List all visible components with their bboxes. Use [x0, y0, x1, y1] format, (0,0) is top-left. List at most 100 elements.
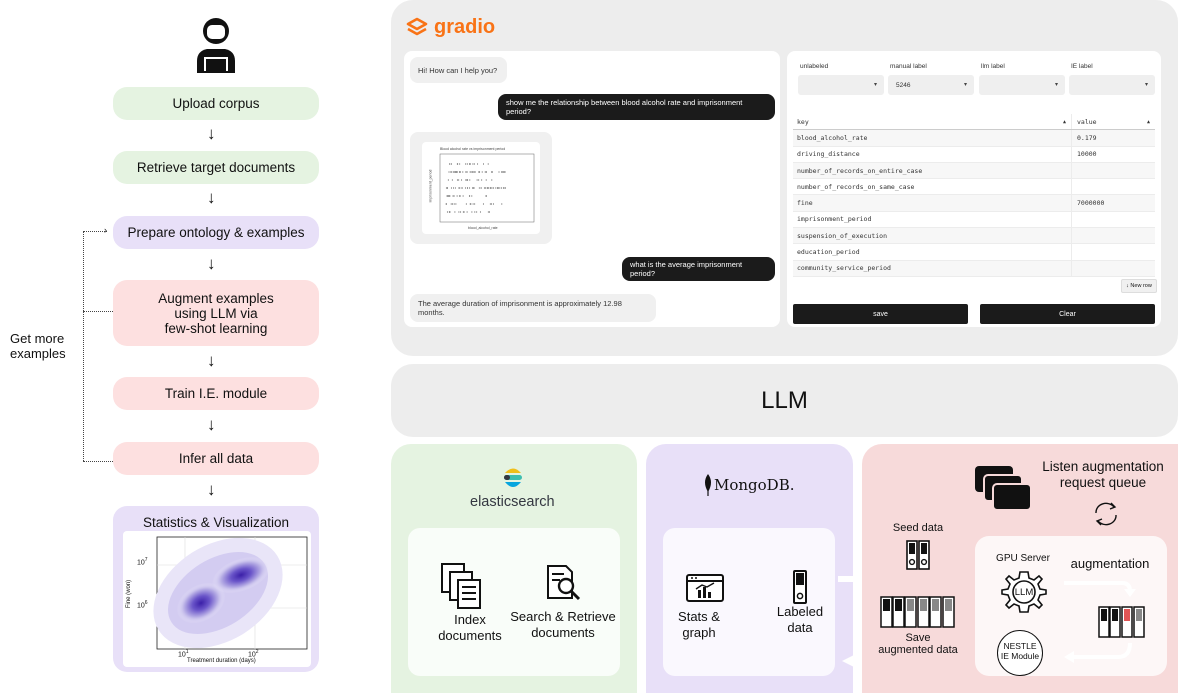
table-row[interactable]: suspension_of_execution	[793, 228, 1155, 245]
scatter-point	[448, 195, 450, 197]
scatter-point	[469, 187, 471, 189]
cell-key[interactable]: blood_alcohol_rate	[797, 134, 867, 142]
step-label: Retrieve target documents	[136, 160, 296, 175]
search-document-icon	[547, 565, 581, 601]
sort-icon[interactable]: ▲	[1147, 119, 1150, 125]
dropdown-unlabeled[interactable]: ▾	[798, 75, 884, 95]
clear-button[interactable]: Clear	[980, 304, 1155, 324]
table-row[interactable]: community_service_period	[793, 260, 1155, 277]
scatter-point	[485, 171, 487, 173]
save-button[interactable]: save	[793, 304, 968, 324]
dropdown-label-ie: IE label	[1071, 63, 1093, 70]
scatter-point	[453, 171, 455, 173]
dropdown-manual-label[interactable]: 5246 ▾	[888, 75, 974, 95]
scatter-point	[479, 211, 481, 213]
step-augment-examples: Augment examples using LLM via few-shot …	[113, 280, 319, 346]
cell-value[interactable]: 7000000	[1077, 199, 1104, 207]
table-row[interactable]: fine 7000000	[793, 195, 1155, 212]
step-label: Upload corpus	[172, 96, 260, 111]
new-row-button[interactable]: ↓ New row	[1121, 279, 1157, 293]
scatter-point	[465, 171, 467, 173]
cell-key[interactable]: imprisonment_period	[797, 215, 871, 223]
sort-icon[interactable]: ▲	[1063, 119, 1066, 125]
scatter-point	[454, 211, 456, 213]
cell-key[interactable]: number_of_records_on_entire_case	[797, 167, 922, 175]
mongodb-inner	[663, 528, 835, 676]
scatter-point	[468, 195, 470, 197]
scatter-point	[481, 171, 483, 173]
scatter-point	[469, 171, 471, 173]
scatter-point	[458, 211, 460, 213]
scatter-point	[478, 171, 480, 173]
scatter-point	[464, 187, 466, 189]
scatter-point	[453, 203, 455, 205]
queue-label: Listen augmentation request queue	[1042, 459, 1164, 490]
header-value[interactable]: value	[1077, 118, 1097, 126]
scatter-point	[466, 163, 468, 165]
cell-key[interactable]: suspension_of_execution	[797, 232, 887, 240]
scatter-point	[502, 187, 504, 189]
labeled-data-label: Labeled data	[776, 604, 824, 635]
elasticsearch-logo-icon	[504, 468, 522, 487]
scatter-point	[495, 187, 497, 189]
chat-user-message: show me the relationship between blood a…	[498, 94, 775, 120]
augmentation-label: augmentation	[1070, 556, 1150, 571]
scatter-point	[491, 187, 493, 189]
scatter-point	[470, 203, 472, 205]
scatter-point	[491, 179, 493, 181]
scatter-point	[504, 187, 506, 189]
scatter-point	[487, 187, 489, 189]
scatter-point	[487, 211, 489, 213]
kde-xtick-left: 101	[178, 649, 189, 659]
queue-windows-icon	[975, 466, 1032, 511]
scatter-point	[466, 171, 468, 173]
cell-key[interactable]: driving_distance	[797, 150, 860, 158]
scatter-point	[471, 195, 473, 197]
scatter-point	[489, 211, 490, 213]
save-augmented-label: Save augmented data	[878, 632, 958, 656]
scatter-point	[476, 179, 478, 181]
table-row[interactable]: number_of_records_on_entire_case	[793, 162, 1155, 180]
scatter-point	[489, 203, 491, 205]
cell-value[interactable]: 0.179	[1077, 134, 1097, 142]
cell-key[interactable]: community_service_period	[797, 264, 891, 272]
scatter-point	[456, 163, 458, 165]
table-row[interactable]: imprisonment_period	[793, 211, 1155, 229]
scatter-point	[445, 187, 447, 189]
scatter-point	[463, 211, 465, 213]
llm-bar: LLM	[391, 364, 1178, 437]
table-row[interactable]: number_of_records_on_same_case	[793, 179, 1155, 196]
cell-key[interactable]: fine	[797, 199, 813, 207]
header-key[interactable]: key	[797, 118, 809, 126]
scatter-point	[491, 171, 493, 173]
cell-value[interactable]: 10000	[1077, 150, 1097, 158]
scatter-point	[473, 163, 475, 165]
kde-xtick-right: 102	[248, 649, 259, 659]
kde-xlabel: Treatment duration (days)	[187, 658, 256, 664]
cell-key[interactable]: number_of_records_on_same_case	[797, 183, 914, 191]
kde-ytick-top: 107	[137, 557, 148, 567]
kde-ylabel: Fine (won)	[126, 579, 133, 609]
dropdown-llm-label[interactable]: ▾	[979, 75, 1065, 95]
scatter-point	[472, 187, 473, 189]
dropdown-ie-label[interactable]: ▾	[1069, 75, 1155, 95]
scatter-point	[489, 187, 491, 189]
scatter-point	[482, 203, 484, 205]
scatter-point	[499, 187, 501, 189]
chat-scatter-bubble: Blood alcohol rate vs imprisonment perio…	[410, 132, 552, 244]
table-header: key ▲ value ▲	[793, 114, 1155, 131]
kde-plot: Fine (won) 107 106 101 102 Treatment dur…	[123, 531, 311, 667]
table-row[interactable]: blood_alcohol_rate 0.179	[793, 130, 1155, 147]
cell-key[interactable]: education_period	[797, 248, 860, 256]
scatter-point	[492, 203, 494, 205]
table-row[interactable]: driving_distance 10000	[793, 146, 1155, 163]
table-row[interactable]: education_period	[793, 244, 1155, 261]
stats-graph-label: Stats & graph	[678, 609, 720, 640]
augmentation-binders-icon	[1098, 606, 1145, 638]
scatter-point	[459, 195, 461, 197]
elasticsearch-brand: elasticsearch	[470, 494, 555, 510]
scatter-point	[483, 187, 485, 189]
scatter-point	[473, 187, 475, 189]
gradio-brand: gradio	[434, 16, 496, 38]
scatter-point	[452, 195, 454, 197]
